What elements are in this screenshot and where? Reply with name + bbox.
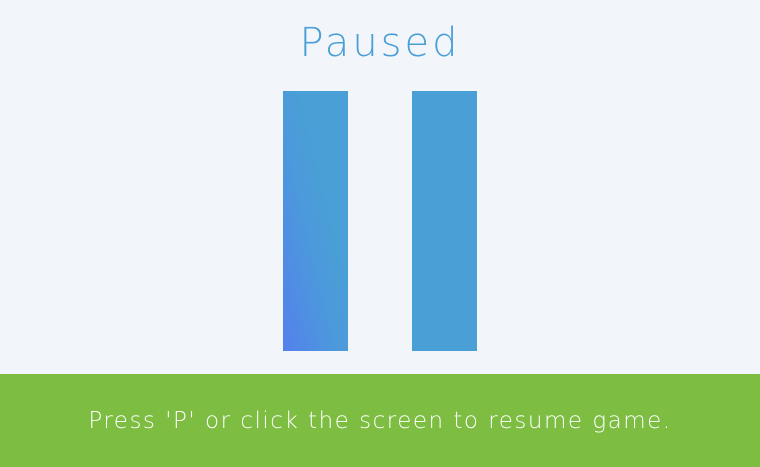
pause-bar-right — [412, 91, 477, 351]
resume-footer[interactable]: Press 'P' or click the screen to resume … — [0, 374, 760, 467]
pause-bar-left — [283, 91, 348, 351]
resume-hint: Press 'P' or click the screen to resume … — [88, 407, 672, 434]
paused-title: Paused — [299, 20, 461, 66]
pause-screen[interactable]: Paused Press 'P' or click the screen to … — [0, 0, 760, 467]
